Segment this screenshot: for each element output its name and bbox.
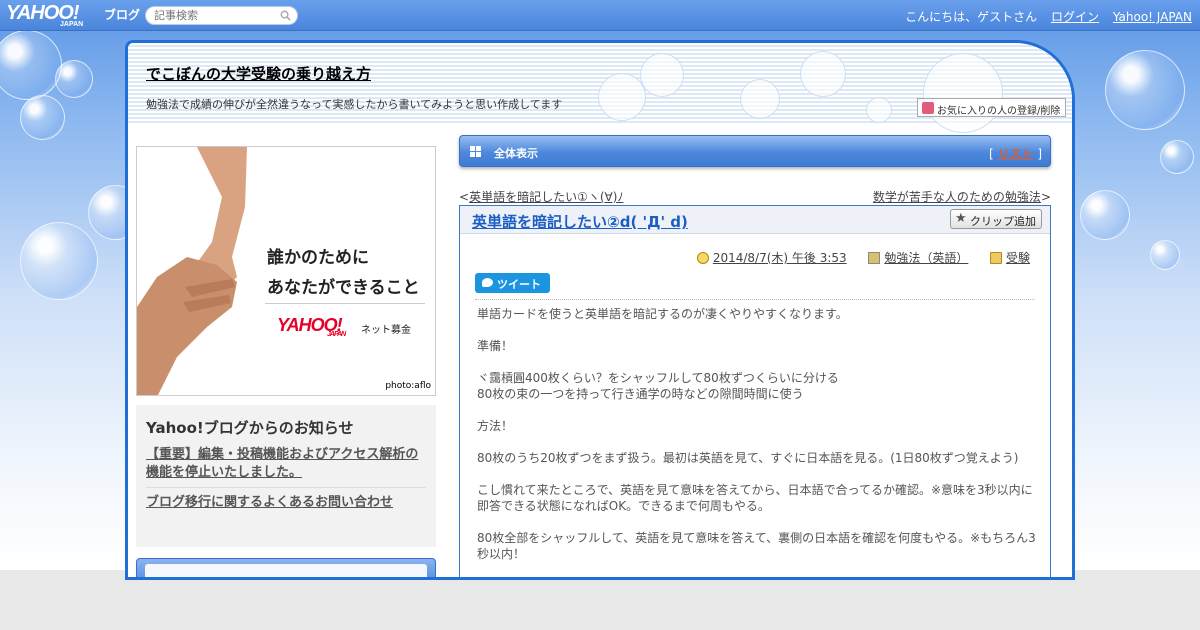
bubble-decoration [20,95,65,140]
article-paragraph [477,466,1037,482]
blog-description: 勉強法で成績の伸びが全然違うなって実感したから書いてみようと思い作成してます [146,98,563,111]
blog-frame: でこぼんの大学受験の乗り越え方 勉強法で成績の伸びが全然違うなって実感したから書… [125,40,1075,580]
sidebar-module-header [136,558,436,577]
post-navigation: <英単語を暗記したい①ヽ(∀)ﾉ 数学が苦手な人のための勉強法> [459,188,1051,205]
article-paragraph: ヾ靄槓圓400枚くらい？をシャッフルして80枚ずつくらいに分ける [477,371,839,385]
notice-divider [146,487,426,488]
prev-arrow: < [459,190,470,204]
clip-add-button[interactable]: ★ クリップ追加 [950,209,1042,229]
ad-headline-1: 誰かのために [267,248,369,268]
star-icon: ★ [955,211,967,226]
tweet-button[interactable]: ツイート [475,273,550,293]
all-display-label: 全体表示 [494,147,538,160]
logo-blog-text: ブログ [104,8,141,22]
next-post-wrapper: 数学が苦手な人のための勉強法> [873,188,1051,205]
charity-ad-banner[interactable]: 誰かのために あなたができること YAHOO! JAPAN ネット募金 phot… [136,146,436,396]
bubble-decoration [800,51,846,97]
favorite-register-label: お気に入りの人の登録/削除 [937,106,1061,117]
list-view-toggle: [ リスト ] [989,145,1042,162]
notice-link-migration-faq[interactable]: ブログ移行に関するよくあるお問い合わせ [146,494,426,512]
yahoo-japan-link[interactable]: Yahoo! JAPAN [1113,10,1192,24]
ad-photo-credit: photo:aflo [385,381,431,391]
logo-subtext: JAPAN [60,21,84,28]
search-icon[interactable] [280,10,291,21]
blog-title-link[interactable]: でこぼんの大学受験の乗り越え方 [146,63,371,84]
article-tag-link[interactable]: 受験 [1006,251,1030,265]
twitter-bird-icon [482,278,493,287]
favorite-register-button[interactable]: お気に入りの人の登録/削除 [917,98,1066,117]
bracket-open: [ [988,147,994,161]
bubble-decoration [1160,140,1194,174]
bubble-decoration [1150,240,1180,270]
article-date-link[interactable]: 2014/8/7(木) 午後 3:53 [713,251,847,265]
bubble-decoration [1080,190,1130,240]
next-post-link[interactable]: 数学が苦手な人のための勉強法 [873,190,1041,204]
article-header: 英単語を暗記したい②d( 'Д' d) ★ クリップ追加 [460,206,1050,234]
heart-icon [922,102,934,114]
bubble-decoration [866,97,892,123]
prev-post-link[interactable]: 英単語を暗記したい①ヽ(∀)ﾉ [469,190,623,204]
article-paragraph [477,514,1037,530]
greeting-text: こんにちは、ゲストさん [905,10,1038,24]
tweet-label: ツイート [497,278,541,291]
article-paragraph: 80枚の束の一つを持って行き通学の時などの隙間時間に使う [477,387,804,401]
login-link[interactable]: ログイン [1051,10,1099,24]
article-title-link[interactable]: 英単語を暗記したい②d( 'Д' d) [472,211,688,232]
article-paragraph [477,354,1037,370]
bubble-decoration [55,60,93,98]
bubble-decoration [20,222,98,300]
article-paragraph: 単語カードを使うと英単語を暗記するのが凄くやりやすくなります。 [477,307,848,321]
bubble-decoration [740,79,780,119]
search-input[interactable] [154,7,279,24]
clip-add-label: クリップ追加 [970,215,1036,228]
bubble-decoration [1105,50,1185,130]
all-display-bar: 全体表示 [ リスト ] [459,135,1051,167]
folder-icon [989,252,1002,264]
bubble-decoration [923,53,1003,133]
article-paragraph [477,322,1037,338]
ad-logo-subtext: JAPAN [327,331,346,338]
article-paragraph: 80枚全部をシャッフルして、英語を見て意味を答えて、裏側の日本語を確認を何度もや… [477,531,1036,561]
next-arrow: > [1040,190,1051,204]
ad-divider [265,303,425,304]
blog-header: でこぼんの大学受験の乗り越え方 勉強法で成績の伸びが全然違うなって実感したから書… [128,43,1072,133]
article-paragraph: こし慣れて来たところで、英語を見て意味を答えてから、日本語で合ってるか確認。※意… [477,483,1033,513]
handshake-image [137,147,247,395]
article-meta: 2014/8/7(木) 午後 3:53 勉強法（英語） 受験 [696,249,1030,266]
bubble-decoration [598,73,646,121]
top-navigation-bar: YAHOO! JAPAN ブログ こんにちは、ゲストさん ログイン Yahoo!… [0,0,1200,31]
ad-headline-2: あなたができること [267,278,420,298]
article: 英単語を暗記したい②d( 'Д' d) ★ クリップ追加 2014/8/7(木)… [459,205,1051,577]
article-paragraph [477,402,1037,418]
article-paragraph: 準備！ [477,339,514,353]
bubble-decoration [0,30,62,100]
notice-link-important[interactable]: 【重要】編集・投稿機能およびアクセス解析の機能を停止いたしました。 [146,446,426,482]
yahoo-blog-logo[interactable]: YAHOO! JAPAN ブログ [6,2,140,28]
bracket-close: ] [1037,147,1042,161]
notice-heading: Yahoo!ブログからのお知らせ [146,419,354,437]
article-paragraph: 方法！ [477,419,514,433]
article-category-link[interactable]: 勉強法（英語） [884,251,968,265]
article-divider [475,299,1035,300]
clock-icon [696,252,709,264]
search-box [145,6,298,25]
user-links: こんにちは、ゲストさん ログイン Yahoo! JAPAN [905,8,1192,25]
ad-service-name: ネット募金 [361,325,411,336]
article-body: 単語カードを使うと英単語を暗記するのが凄くやりやすくなります。 準備！ ヾ靄槓圓… [477,306,1037,562]
bubble-decoration [640,53,684,97]
book-icon [868,252,881,264]
ad-yahoo-logo: YAHOO! JAPAN [277,315,346,338]
sidebar-module-body [145,564,427,577]
article-paragraph [477,434,1037,450]
grid-icon [470,146,481,157]
article-paragraph: 80枚のうち20枚ずつをまず扱う。最初は英語を見て、すぐに日本語を見る。(1日8… [477,451,1019,465]
list-view-link[interactable]: リスト [997,147,1033,161]
yahoo-blog-notice-box: Yahoo!ブログからのお知らせ 【重要】編集・投稿機能およびアクセス解析の機能… [136,405,436,547]
